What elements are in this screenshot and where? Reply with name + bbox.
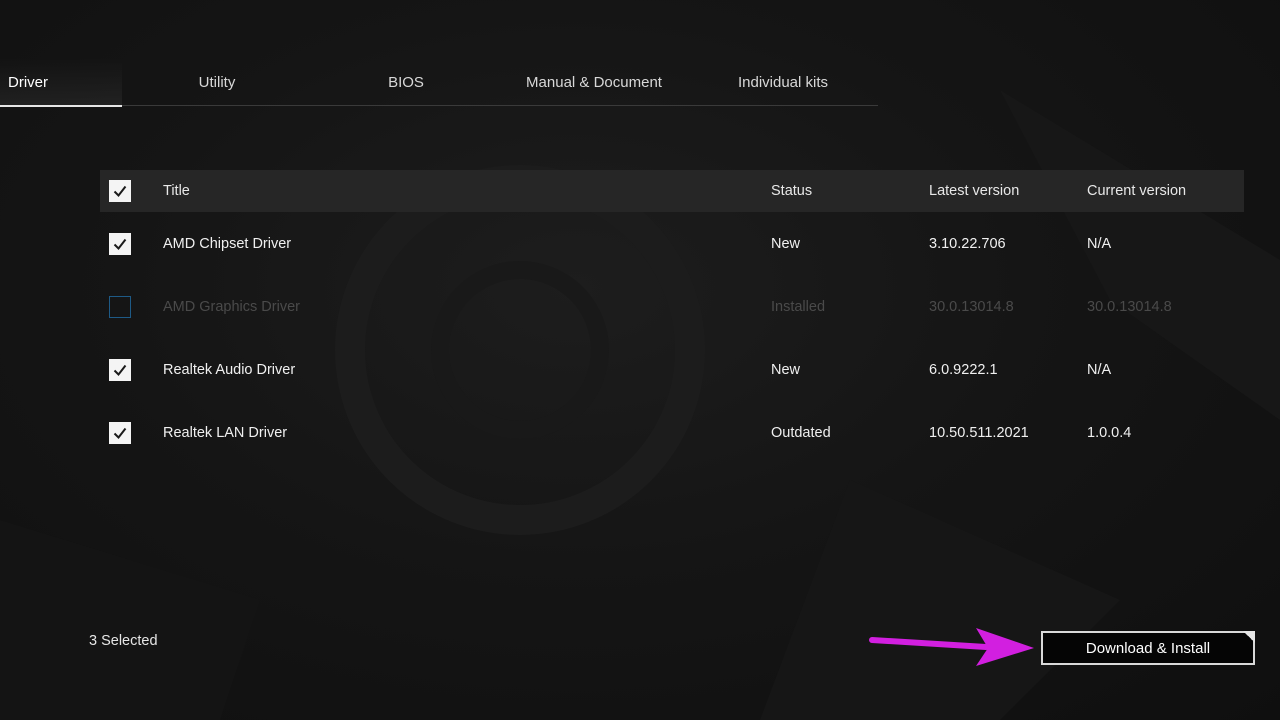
tab-bios[interactable]: BIOS [312, 58, 500, 106]
tab-utility[interactable]: Utility [122, 58, 312, 106]
driver-title: Realtek Audio Driver [163, 361, 296, 378]
table-row[interactable]: Realtek LAN Driver Outdated 10.50.511.20… [100, 401, 1244, 464]
check-icon [113, 185, 127, 198]
driver-latest-version: 6.0.9222.1 [929, 361, 998, 378]
column-status: Status [771, 183, 813, 199]
table-row: AMD Graphics Driver Installed 30.0.13014… [100, 275, 1244, 338]
driver-title: AMD Chipset Driver [163, 235, 292, 252]
tab-manual-document[interactable]: Manual & Document [500, 58, 688, 106]
driver-status: New [771, 235, 801, 252]
driver-status: New [771, 361, 801, 378]
tab-driver[interactable]: Driver [0, 58, 122, 107]
driver-status: Outdated [771, 424, 831, 441]
check-icon [113, 238, 127, 250]
check-icon [113, 427, 127, 439]
driver-latest-version: 3.10.22.706 [929, 235, 1006, 252]
column-title: Title [163, 183, 190, 199]
row-checkbox [109, 295, 131, 318]
selected-count: 3 Selected [89, 633, 158, 649]
check-icon [113, 364, 127, 376]
column-latest-version: Latest version [929, 183, 1020, 199]
tab-bar: Driver Utility BIOS Manual & Document In… [0, 58, 878, 107]
table-header: Title Status Latest version Current vers… [100, 170, 1244, 212]
driver-latest-version: 30.0.13014.8 [929, 298, 1014, 315]
driver-title: AMD Graphics Driver [163, 298, 300, 315]
driver-table: Title Status Latest version Current vers… [100, 170, 1244, 464]
row-checkbox[interactable] [109, 421, 131, 444]
driver-title: Realtek LAN Driver [163, 424, 288, 441]
select-all-checkbox[interactable] [109, 180, 131, 202]
row-checkbox[interactable] [109, 232, 131, 255]
driver-status: Installed [771, 298, 826, 315]
driver-current-version: N/A [1087, 235, 1112, 252]
driver-current-version: 30.0.13014.8 [1087, 298, 1172, 315]
table-row[interactable]: Realtek Audio Driver New 6.0.9222.1 N/A [100, 338, 1244, 401]
column-current-version: Current version [1087, 183, 1187, 199]
arrow-right-icon [869, 628, 1034, 666]
tab-individual-kits[interactable]: Individual kits [688, 58, 878, 106]
driver-current-version: N/A [1087, 361, 1112, 378]
table-row[interactable]: AMD Chipset Driver New 3.10.22.706 N/A [100, 212, 1244, 275]
row-checkbox[interactable] [109, 358, 131, 381]
button-corner-accent [1243, 631, 1255, 643]
app-window: Driver Utility BIOS Manual & Document In… [0, 0, 1280, 720]
driver-current-version: 1.0.0.4 [1087, 424, 1132, 441]
download-install-label: Download & Install [1085, 639, 1211, 657]
driver-latest-version: 10.50.511.2021 [929, 424, 1029, 441]
download-install-button[interactable]: Download & Install [1041, 631, 1255, 665]
